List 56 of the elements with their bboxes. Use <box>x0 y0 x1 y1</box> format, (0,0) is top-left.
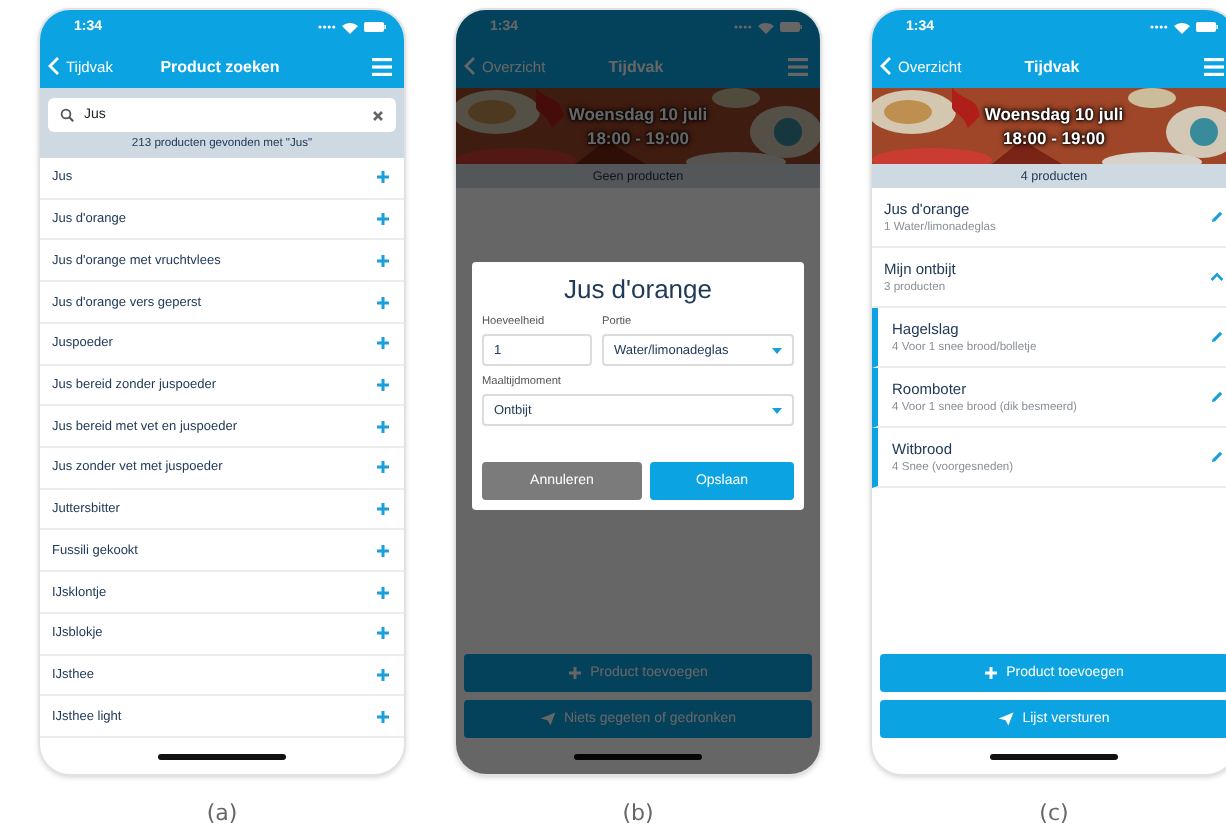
battery-icon <box>364 22 386 32</box>
plus-icon[interactable] <box>376 709 390 724</box>
caret-icon <box>772 347 782 353</box>
home-indicator <box>990 753 1118 759</box>
signal-icon <box>318 24 336 30</box>
plus-icon[interactable] <box>376 377 390 392</box>
banner-date: Woensdag 10 juli <box>568 102 708 126</box>
caret-icon <box>772 407 782 413</box>
pencil-icon[interactable] <box>1210 210 1224 224</box>
plus-icon <box>568 666 583 680</box>
plus-icon[interactable] <box>376 543 390 558</box>
back-chevron-icon[interactable] <box>880 56 892 76</box>
chevron-up-icon[interactable] <box>1210 272 1224 282</box>
menu-icon[interactable] <box>371 57 392 75</box>
plus-icon[interactable] <box>376 626 390 641</box>
battery-icon <box>1196 22 1218 32</box>
screen-title: Tijdvak <box>1022 57 1082 75</box>
menu-icon[interactable] <box>1204 57 1224 75</box>
wifi-icon <box>342 21 358 33</box>
plus-icon[interactable] <box>376 667 390 682</box>
figure-caption: (b) <box>620 800 656 826</box>
figure-caption: (c) <box>1037 800 1071 826</box>
banner-date: Woensdag 10 juli <box>984 102 1124 126</box>
banner-time: 18:00 - 19:00 <box>1002 126 1106 150</box>
plus-icon[interactable] <box>376 419 390 434</box>
pencil-icon[interactable] <box>1210 330 1224 344</box>
signal-icon <box>734 24 752 30</box>
plus-icon[interactable] <box>376 336 390 351</box>
home-indicator <box>158 753 286 759</box>
wifi-icon <box>1174 21 1190 33</box>
plus-icon[interactable] <box>376 502 390 517</box>
back-chevron-icon[interactable] <box>464 56 476 76</box>
plus-icon[interactable] <box>376 295 390 310</box>
back-chevron-icon[interactable] <box>48 56 60 76</box>
pencil-icon[interactable] <box>1210 450 1224 464</box>
search-icon <box>60 108 74 122</box>
pencil-icon[interactable] <box>1210 390 1224 404</box>
plus-icon <box>984 666 999 680</box>
banner-time: 18:00 - 19:00 <box>586 126 690 150</box>
screen-title: Tijdvak <box>606 57 666 75</box>
menu-icon[interactable] <box>788 57 808 75</box>
screen-title: Product zoeken <box>160 57 280 75</box>
battery-icon <box>780 22 802 32</box>
paper-plane-icon <box>998 712 1015 726</box>
plus-icon[interactable] <box>376 460 390 475</box>
figure-caption: (a) <box>204 800 240 826</box>
plus-icon[interactable] <box>376 170 390 185</box>
plus-icon[interactable] <box>376 212 390 227</box>
plus-icon[interactable] <box>376 253 390 268</box>
clear-icon[interactable] <box>372 109 384 121</box>
paper-plane-icon <box>539 712 556 726</box>
plus-icon[interactable] <box>376 585 390 600</box>
signal-icon <box>1150 24 1168 30</box>
home-indicator <box>574 753 702 759</box>
wifi-icon <box>758 21 774 33</box>
dialog-title: Jus d'orange <box>561 274 715 304</box>
